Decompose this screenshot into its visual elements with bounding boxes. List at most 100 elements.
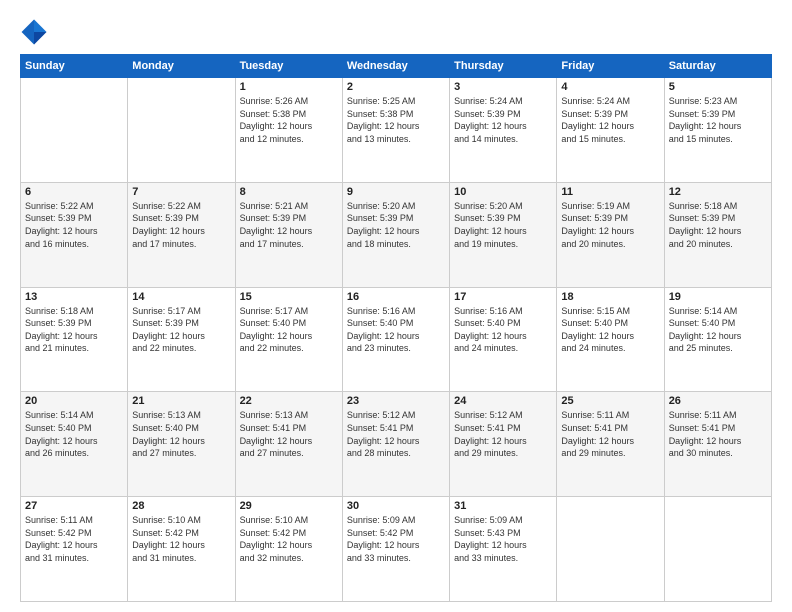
weekday-header-row: SundayMondayTuesdayWednesdayThursdayFrid… bbox=[21, 55, 772, 78]
day-number: 18 bbox=[561, 291, 659, 303]
calendar-cell bbox=[128, 78, 235, 183]
day-info: Sunrise: 5:20 AM Sunset: 5:39 PM Dayligh… bbox=[347, 200, 445, 250]
calendar-cell: 8 Sunrise: 5:21 AM Sunset: 5:39 PM Daylig… bbox=[235, 182, 342, 287]
calendar-cell: 16 Sunrise: 5:16 AM Sunset: 5:40 PM Dayli… bbox=[342, 287, 449, 392]
weekday-header-thursday: Thursday bbox=[450, 55, 557, 78]
day-info: Sunrise: 5:17 AM Sunset: 5:40 PM Dayligh… bbox=[240, 305, 338, 355]
day-number: 15 bbox=[240, 291, 338, 303]
day-info: Sunrise: 5:18 AM Sunset: 5:39 PM Dayligh… bbox=[669, 200, 767, 250]
day-number: 9 bbox=[347, 186, 445, 198]
day-number: 17 bbox=[454, 291, 552, 303]
day-number: 26 bbox=[669, 395, 767, 407]
logo-icon bbox=[20, 18, 48, 46]
day-info: Sunrise: 5:26 AM Sunset: 5:38 PM Dayligh… bbox=[240, 95, 338, 145]
calendar-cell bbox=[664, 497, 771, 602]
day-number: 20 bbox=[25, 395, 123, 407]
calendar-cell: 27 Sunrise: 5:11 AM Sunset: 5:42 PM Dayli… bbox=[21, 497, 128, 602]
calendar-cell: 24 Sunrise: 5:12 AM Sunset: 5:41 PM Dayli… bbox=[450, 392, 557, 497]
day-info: Sunrise: 5:24 AM Sunset: 5:39 PM Dayligh… bbox=[454, 95, 552, 145]
day-number: 13 bbox=[25, 291, 123, 303]
day-info: Sunrise: 5:14 AM Sunset: 5:40 PM Dayligh… bbox=[25, 409, 123, 459]
day-number: 22 bbox=[240, 395, 338, 407]
calendar-cell: 7 Sunrise: 5:22 AM Sunset: 5:39 PM Daylig… bbox=[128, 182, 235, 287]
week-row-4: 20 Sunrise: 5:14 AM Sunset: 5:40 PM Dayli… bbox=[21, 392, 772, 497]
logo bbox=[20, 18, 52, 46]
day-info: Sunrise: 5:19 AM Sunset: 5:39 PM Dayligh… bbox=[561, 200, 659, 250]
calendar-cell: 11 Sunrise: 5:19 AM Sunset: 5:39 PM Dayli… bbox=[557, 182, 664, 287]
day-info: Sunrise: 5:22 AM Sunset: 5:39 PM Dayligh… bbox=[132, 200, 230, 250]
day-info: Sunrise: 5:25 AM Sunset: 5:38 PM Dayligh… bbox=[347, 95, 445, 145]
day-number: 14 bbox=[132, 291, 230, 303]
day-number: 21 bbox=[132, 395, 230, 407]
day-info: Sunrise: 5:12 AM Sunset: 5:41 PM Dayligh… bbox=[454, 409, 552, 459]
weekday-header-friday: Friday bbox=[557, 55, 664, 78]
day-number: 30 bbox=[347, 500, 445, 512]
day-number: 4 bbox=[561, 81, 659, 93]
day-number: 7 bbox=[132, 186, 230, 198]
day-info: Sunrise: 5:17 AM Sunset: 5:39 PM Dayligh… bbox=[132, 305, 230, 355]
day-info: Sunrise: 5:12 AM Sunset: 5:41 PM Dayligh… bbox=[347, 409, 445, 459]
day-info: Sunrise: 5:10 AM Sunset: 5:42 PM Dayligh… bbox=[132, 514, 230, 564]
day-number: 5 bbox=[669, 81, 767, 93]
day-info: Sunrise: 5:23 AM Sunset: 5:39 PM Dayligh… bbox=[669, 95, 767, 145]
week-row-2: 6 Sunrise: 5:22 AM Sunset: 5:39 PM Daylig… bbox=[21, 182, 772, 287]
calendar-cell bbox=[557, 497, 664, 602]
day-number: 2 bbox=[347, 81, 445, 93]
day-number: 23 bbox=[347, 395, 445, 407]
day-info: Sunrise: 5:18 AM Sunset: 5:39 PM Dayligh… bbox=[25, 305, 123, 355]
calendar-cell: 21 Sunrise: 5:13 AM Sunset: 5:40 PM Dayli… bbox=[128, 392, 235, 497]
calendar-cell: 3 Sunrise: 5:24 AM Sunset: 5:39 PM Daylig… bbox=[450, 78, 557, 183]
calendar-table: SundayMondayTuesdayWednesdayThursdayFrid… bbox=[20, 54, 772, 602]
day-number: 11 bbox=[561, 186, 659, 198]
page: SundayMondayTuesdayWednesdayThursdayFrid… bbox=[0, 0, 792, 612]
day-number: 3 bbox=[454, 81, 552, 93]
day-info: Sunrise: 5:13 AM Sunset: 5:41 PM Dayligh… bbox=[240, 409, 338, 459]
day-info: Sunrise: 5:11 AM Sunset: 5:42 PM Dayligh… bbox=[25, 514, 123, 564]
week-row-1: 1 Sunrise: 5:26 AM Sunset: 5:38 PM Daylig… bbox=[21, 78, 772, 183]
calendar-cell: 23 Sunrise: 5:12 AM Sunset: 5:41 PM Dayli… bbox=[342, 392, 449, 497]
calendar-cell: 14 Sunrise: 5:17 AM Sunset: 5:39 PM Dayli… bbox=[128, 287, 235, 392]
day-number: 24 bbox=[454, 395, 552, 407]
calendar-cell: 26 Sunrise: 5:11 AM Sunset: 5:41 PM Dayli… bbox=[664, 392, 771, 497]
day-number: 19 bbox=[669, 291, 767, 303]
calendar-cell: 10 Sunrise: 5:20 AM Sunset: 5:39 PM Dayli… bbox=[450, 182, 557, 287]
day-info: Sunrise: 5:21 AM Sunset: 5:39 PM Dayligh… bbox=[240, 200, 338, 250]
calendar-cell: 15 Sunrise: 5:17 AM Sunset: 5:40 PM Dayli… bbox=[235, 287, 342, 392]
calendar-cell: 13 Sunrise: 5:18 AM Sunset: 5:39 PM Dayli… bbox=[21, 287, 128, 392]
weekday-header-tuesday: Tuesday bbox=[235, 55, 342, 78]
calendar-cell: 1 Sunrise: 5:26 AM Sunset: 5:38 PM Daylig… bbox=[235, 78, 342, 183]
day-info: Sunrise: 5:11 AM Sunset: 5:41 PM Dayligh… bbox=[669, 409, 767, 459]
weekday-header-saturday: Saturday bbox=[664, 55, 771, 78]
day-number: 1 bbox=[240, 81, 338, 93]
day-number: 6 bbox=[25, 186, 123, 198]
day-info: Sunrise: 5:13 AM Sunset: 5:40 PM Dayligh… bbox=[132, 409, 230, 459]
week-row-5: 27 Sunrise: 5:11 AM Sunset: 5:42 PM Dayli… bbox=[21, 497, 772, 602]
day-number: 28 bbox=[132, 500, 230, 512]
day-info: Sunrise: 5:16 AM Sunset: 5:40 PM Dayligh… bbox=[454, 305, 552, 355]
day-info: Sunrise: 5:09 AM Sunset: 5:43 PM Dayligh… bbox=[454, 514, 552, 564]
calendar-cell: 12Sunrise: 5:18 AM Sunset: 5:39 PM Dayli… bbox=[664, 182, 771, 287]
day-info: Sunrise: 5:09 AM Sunset: 5:42 PM Dayligh… bbox=[347, 514, 445, 564]
header bbox=[20, 18, 772, 46]
day-info: Sunrise: 5:10 AM Sunset: 5:42 PM Dayligh… bbox=[240, 514, 338, 564]
calendar-cell: 31Sunrise: 5:09 AM Sunset: 5:43 PM Dayli… bbox=[450, 497, 557, 602]
calendar-cell: 28 Sunrise: 5:10 AM Sunset: 5:42 PM Dayli… bbox=[128, 497, 235, 602]
weekday-header-sunday: Sunday bbox=[21, 55, 128, 78]
day-info: Sunrise: 5:14 AM Sunset: 5:40 PM Dayligh… bbox=[669, 305, 767, 355]
day-info: Sunrise: 5:16 AM Sunset: 5:40 PM Dayligh… bbox=[347, 305, 445, 355]
day-number: 27 bbox=[25, 500, 123, 512]
calendar-cell: 30 Sunrise: 5:09 AM Sunset: 5:42 PM Dayli… bbox=[342, 497, 449, 602]
calendar-cell: 25 Sunrise: 5:11 AM Sunset: 5:41 PM Dayli… bbox=[557, 392, 664, 497]
calendar-cell: 19 Sunrise: 5:14 AM Sunset: 5:40 PM Dayli… bbox=[664, 287, 771, 392]
calendar-cell: 2 Sunrise: 5:25 AM Sunset: 5:38 PM Daylig… bbox=[342, 78, 449, 183]
calendar-cell: 5 Sunrise: 5:23 AM Sunset: 5:39 PM Daylig… bbox=[664, 78, 771, 183]
calendar-cell: 9 Sunrise: 5:20 AM Sunset: 5:39 PM Daylig… bbox=[342, 182, 449, 287]
day-number: 8 bbox=[240, 186, 338, 198]
day-number: 16 bbox=[347, 291, 445, 303]
week-row-3: 13 Sunrise: 5:18 AM Sunset: 5:39 PM Dayli… bbox=[21, 287, 772, 392]
day-number: 25 bbox=[561, 395, 659, 407]
weekday-header-wednesday: Wednesday bbox=[342, 55, 449, 78]
day-number: 10 bbox=[454, 186, 552, 198]
day-info: Sunrise: 5:11 AM Sunset: 5:41 PM Dayligh… bbox=[561, 409, 659, 459]
day-info: Sunrise: 5:20 AM Sunset: 5:39 PM Dayligh… bbox=[454, 200, 552, 250]
